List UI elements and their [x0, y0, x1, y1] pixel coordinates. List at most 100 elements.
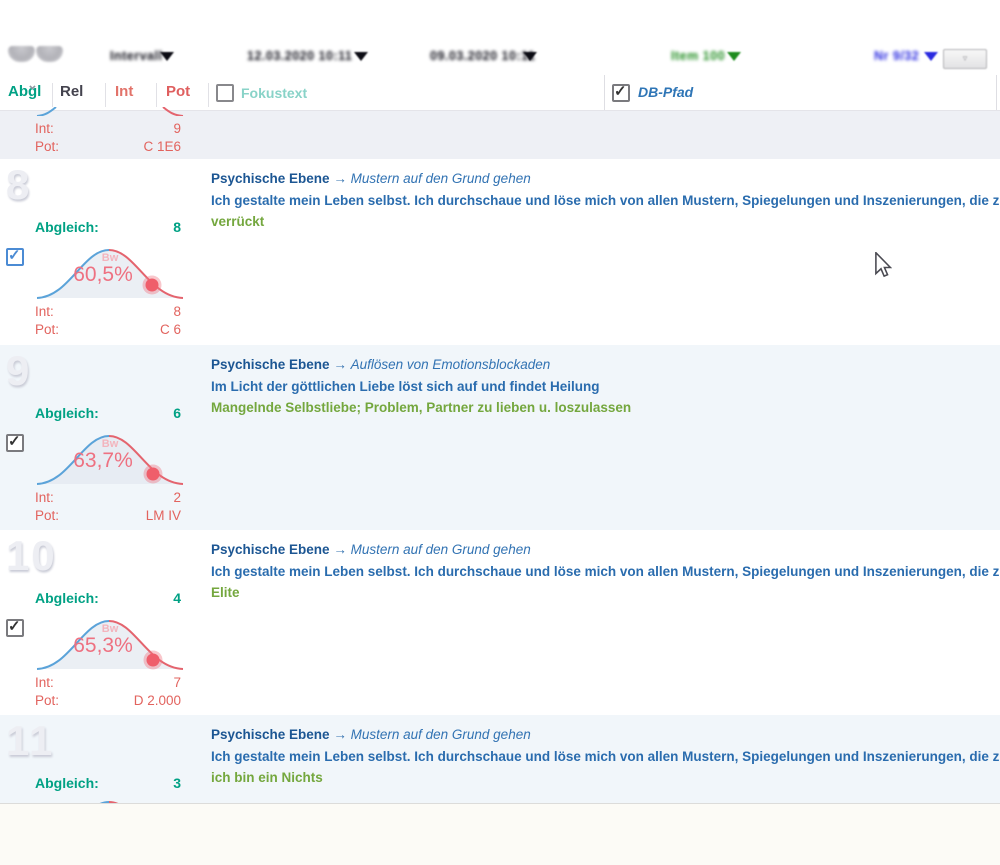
pot-label: Pot: [35, 508, 59, 523]
focus-note: Elite [211, 582, 1000, 604]
focus-note: Mangelnde Selbstliebe; Problem, Partner … [211, 397, 1000, 419]
tab-int[interactable]: Int [115, 83, 133, 100]
affirmation-text: Ich gestalte mein Leben selbst. Ich durc… [211, 190, 1000, 212]
bell-curve-peak [35, 795, 185, 803]
tab-pot[interactable]: Pot [166, 83, 190, 100]
row-number: 8 [6, 161, 31, 209]
chevron-down-icon: ⌄ [27, 77, 38, 93]
bw-percent: 65,3% [28, 634, 178, 658]
bw-percent: 63,7% [28, 449, 178, 473]
focus-note: verrückt [211, 211, 1000, 233]
spinner-icon: ▿ [963, 53, 968, 63]
toolbar-dropdown-interval[interactable]: Intervall [110, 49, 162, 63]
pot-value: D 2.000 [134, 693, 181, 708]
arrow-right-icon: → [333, 171, 347, 186]
bell-curve: Bw 65,3% [35, 614, 185, 672]
pot-label: Pot: [35, 693, 59, 708]
result-row[interactable]: 8 Psychische Ebene → Mustern auf den Gru… [0, 159, 1000, 345]
top-toolbar: Intervall 12.03.2020 10:11 09.03.2020 10… [0, 0, 1000, 75]
arrow-right-icon: → [333, 727, 347, 742]
divider [105, 83, 106, 107]
divider [52, 83, 53, 107]
divider [604, 75, 605, 110]
affirmation-text: Im Licht der göttlichen Liebe löst sich … [211, 376, 1000, 398]
result-row[interactable]: 11 Psychische Ebene → Mustern auf den Gr… [0, 715, 1000, 803]
result-row[interactable]: 10 Psychische Ebene → Mustern auf den Gr… [0, 530, 1000, 715]
result-row-partial[interactable]: Int: 9 Pot: C 1E6 [0, 111, 1000, 159]
abgleich-label: Abgleich: [35, 219, 99, 235]
bw-percent: 60,5% [28, 263, 178, 287]
int-label: Int: [35, 121, 54, 136]
row-checkbox[interactable]: ✓ [6, 434, 24, 452]
spinner-button[interactable]: ▿ [943, 49, 987, 69]
abgleich-value: 3 [173, 775, 181, 791]
row-checkbox[interactable]: ✓ [6, 248, 24, 266]
level-title: Psychische Ebene [211, 727, 330, 742]
level-subtitle: Mustern auf den Grund gehen [351, 727, 531, 742]
abgleich-value: 6 [173, 405, 181, 421]
int-value: 7 [173, 675, 181, 690]
level-subtitle: Auflösen von Emotionsblockaden [351, 357, 551, 372]
fokustext-label: Fokustext [241, 85, 307, 101]
arrow-right-icon: → [333, 542, 347, 557]
dropdown-arrow-icon[interactable] [523, 52, 537, 61]
result-row[interactable]: 9 Psychische Ebene → Auflösen von Emotio… [0, 345, 1000, 530]
pot-label: Pot: [35, 322, 59, 337]
int-value: 8 [173, 304, 181, 319]
row-number: 9 [6, 347, 31, 395]
int-value: 9 [173, 121, 181, 136]
toolbar-dropdown-position[interactable]: Nr 9/32 [874, 49, 919, 63]
dropdown-arrow-icon[interactable] [354, 52, 368, 61]
mouse-cursor [874, 252, 892, 284]
toolbar-dropdown-date-end[interactable]: 09.03.2020 10:11 [430, 49, 535, 63]
fokustext-checkbox[interactable] [216, 84, 234, 102]
int-label: Int: [35, 490, 54, 505]
toolbar-button-blob[interactable] [8, 46, 35, 62]
check-icon: ✓ [8, 617, 21, 635]
tab-abgl[interactable]: ⌄ Abgl [8, 83, 41, 100]
dropdown-arrow-icon[interactable] [160, 52, 174, 61]
db-pfad-label: DB-Pfad [638, 84, 693, 100]
row-checkbox[interactable]: ✓ [6, 619, 24, 637]
level-title: Psychische Ebene [211, 542, 330, 557]
toolbar-dropdown-item-count[interactable]: Item 100 [671, 49, 725, 63]
check-icon: ✓ [614, 82, 627, 100]
level-title: Psychische Ebene [211, 171, 330, 186]
pot-label: Pot: [35, 139, 59, 154]
abgleich-label: Abgleich: [35, 775, 99, 791]
toolbar-dropdown-date-start[interactable]: 12.03.2020 10:11 [247, 49, 352, 63]
row-number: 11 [6, 717, 54, 765]
filter-bar: ⌄ Abgl Rel Int Pot Fokustext ✓ DB-Pfad [0, 75, 1000, 111]
dropdown-arrow-icon[interactable] [727, 52, 741, 61]
bell-curve-tails [35, 107, 185, 116]
bottom-strip [0, 803, 1000, 865]
db-pfad-checkbox[interactable]: ✓ [612, 84, 630, 102]
level-subtitle: Mustern auf den Grund gehen [351, 171, 531, 186]
level-title: Psychische Ebene [211, 357, 330, 372]
bell-curve: Bw 60,5% [35, 243, 185, 301]
affirmation-text: Ich gestalte mein Leben selbst. Ich durc… [211, 561, 1000, 583]
affirmation-text: Ich gestalte mein Leben selbst. Ich durc… [211, 746, 1000, 768]
divider [156, 83, 157, 107]
check-icon: ✓ [8, 432, 21, 450]
row-number: 10 [6, 532, 57, 580]
int-label: Int: [35, 304, 54, 319]
tab-rel[interactable]: Rel [60, 83, 83, 100]
abgleich-value: 8 [173, 219, 181, 235]
focus-note: ich bin ein Nichts [211, 767, 1000, 789]
divider [208, 83, 209, 107]
abgleich-value: 4 [173, 590, 181, 606]
bell-curve: Bw 63,7% [35, 429, 185, 487]
abgleich-label: Abgleich: [35, 405, 99, 421]
divider [996, 75, 997, 110]
pot-value: LM IV [146, 508, 181, 523]
dropdown-arrow-icon[interactable] [924, 52, 938, 61]
pot-value: C 6 [160, 322, 181, 337]
check-icon: ✓ [8, 246, 21, 264]
level-subtitle: Mustern auf den Grund gehen [351, 542, 531, 557]
toolbar-button-blob[interactable] [36, 46, 63, 62]
pot-value: C 1E6 [143, 139, 181, 154]
int-value: 2 [173, 490, 181, 505]
arrow-right-icon: → [333, 357, 347, 372]
int-label: Int: [35, 675, 54, 690]
